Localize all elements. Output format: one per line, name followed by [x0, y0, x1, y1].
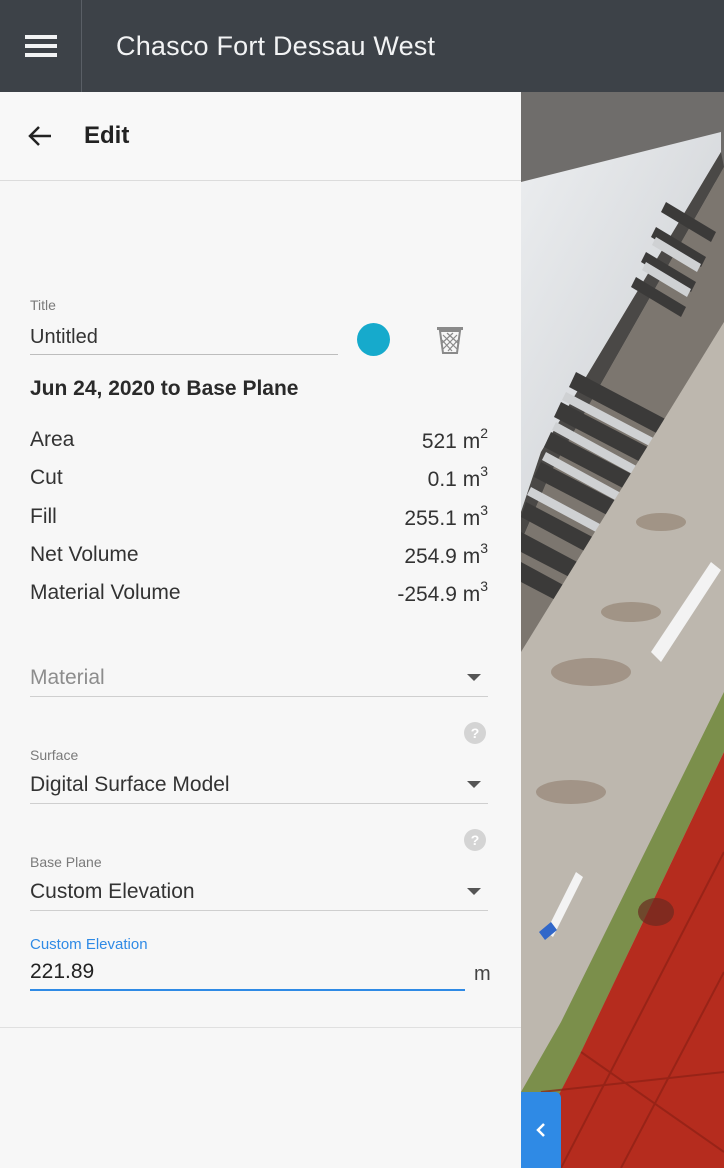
material-select[interactable]: Material — [30, 659, 488, 697]
back-button[interactable] — [0, 92, 80, 181]
surface-select[interactable]: Digital Surface Model — [30, 766, 488, 804]
app-header: Chasco Fort Dessau West — [0, 0, 724, 92]
caret-down-icon — [467, 781, 481, 788]
elevation-unit: m — [474, 963, 491, 985]
surface-label: Surface — [30, 747, 79, 763]
map-view[interactable] — [521, 92, 724, 1168]
stat-row-area: Area 521 m2 — [30, 423, 488, 457]
surface-help-icon[interactable]: ? — [464, 722, 486, 744]
comparison-heading: Jun 24, 2020 to Base Plane — [30, 377, 299, 400]
title-label: Title — [30, 297, 56, 313]
stat-value: 0.1 m3 — [427, 462, 488, 491]
surface-value: Digital Surface Model — [30, 772, 230, 796]
trash-icon — [437, 327, 463, 354]
delete-button[interactable] — [432, 321, 468, 357]
section-divider — [0, 1027, 521, 1028]
stat-row-cut: Cut 0.1 m3 — [30, 461, 488, 495]
shape-color-swatch[interactable] — [357, 323, 390, 356]
arrow-left-icon — [28, 126, 51, 146]
base-plane-select[interactable]: Custom Elevation — [30, 873, 488, 911]
stat-value: -254.9 m3 — [397, 577, 488, 606]
title-input[interactable] — [30, 321, 338, 355]
panel-header: Edit — [0, 92, 521, 181]
base-plane-help-icon[interactable]: ? — [464, 829, 486, 851]
edit-panel: Edit Title Jun 24, 2020 to Base Plane — [0, 92, 521, 1168]
stat-value: 255.1 m3 — [404, 501, 488, 530]
collapse-panel-button[interactable] — [521, 1092, 561, 1168]
aerial-imagery — [521, 92, 724, 1168]
hamburger-menu-icon — [24, 35, 57, 57]
material-placeholder: Material — [30, 665, 105, 689]
custom-elevation-label: Custom Elevation — [30, 936, 148, 953]
stat-row-material-volume: Material Volume -254.9 m3 — [30, 576, 488, 610]
caret-down-icon — [467, 674, 481, 681]
stat-row-net-volume: Net Volume 254.9 m3 — [30, 538, 488, 572]
stat-row-fill: Fill 255.1 m3 — [30, 500, 488, 534]
site-title: Chasco Fort Dessau West — [116, 30, 436, 61]
base-plane-label: Base Plane — [30, 854, 102, 870]
menu-button[interactable] — [0, 0, 82, 92]
stat-label: Material Volume — [30, 581, 181, 604]
stat-label: Area — [30, 428, 75, 451]
stat-label: Net Volume — [30, 543, 139, 566]
panel-title: Edit — [84, 122, 130, 149]
base-plane-value: Custom Elevation — [30, 879, 195, 903]
stat-value: 521 m2 — [421, 424, 488, 453]
stat-value: 254.9 m3 — [404, 539, 488, 568]
custom-elevation-input[interactable] — [30, 955, 465, 991]
chevron-left-icon — [536, 1123, 545, 1137]
stat-label: Cut — [30, 466, 63, 489]
stat-label: Fill — [30, 505, 57, 528]
caret-down-icon — [467, 888, 481, 895]
